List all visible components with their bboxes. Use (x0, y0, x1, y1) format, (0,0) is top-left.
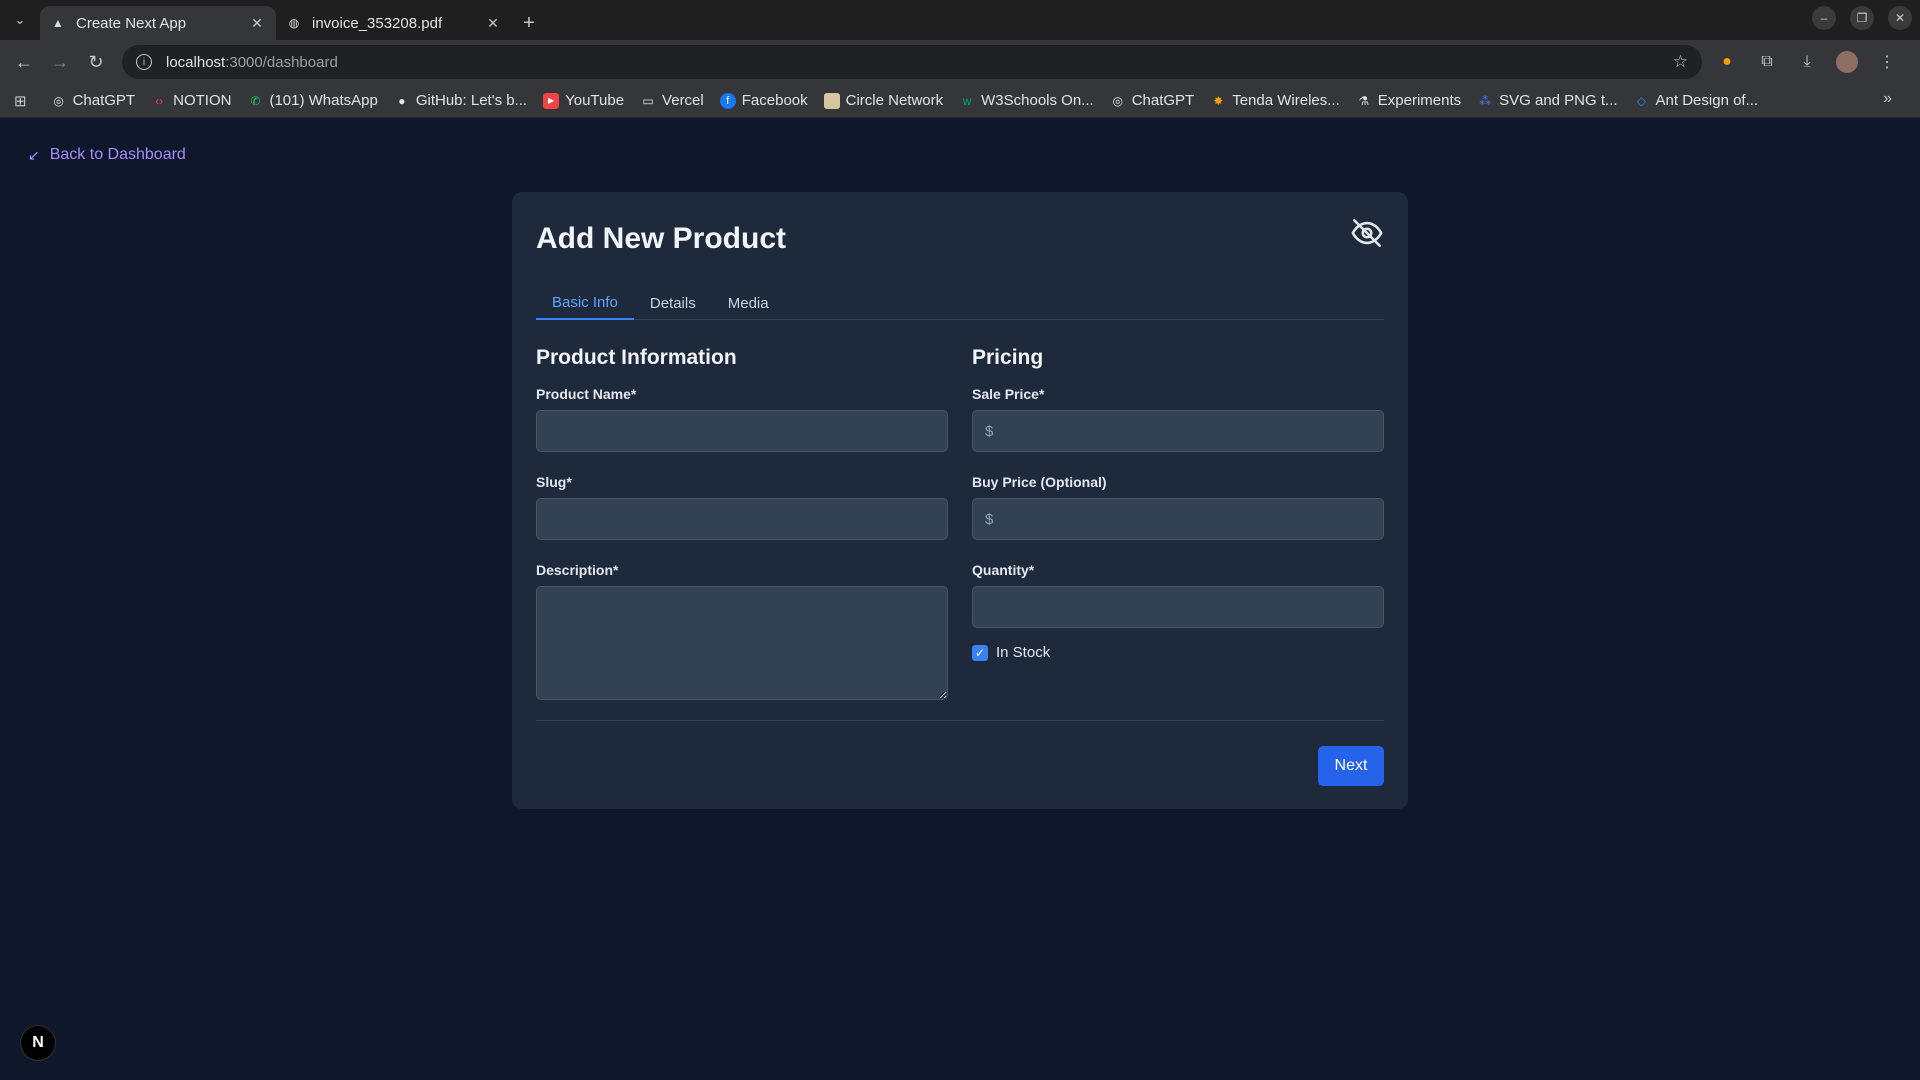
sale-price-input[interactable] (972, 410, 1384, 452)
arrow-down-left-icon: ↙ (28, 146, 40, 163)
download-icon[interactable]: ⤓ (1792, 47, 1822, 77)
circle-network-icon (823, 92, 840, 109)
address-bar[interactable]: i localhost:3000/dashboard ☆ (122, 45, 1702, 79)
browser-tabbar: ⌄ ▲ Create Next App ✕ ◍ invoice_353208.p… (0, 0, 1920, 40)
section-title-pricing: Pricing (972, 346, 1044, 369)
slug-label: Slug* (536, 474, 572, 490)
slug-input[interactable] (536, 498, 948, 540)
bookmark-item[interactable]: ▶ YouTube (543, 92, 624, 109)
description-textarea[interactable] (536, 586, 948, 700)
quantity-input[interactable] (972, 586, 1384, 628)
tenda-icon: ✸ (1213, 93, 1224, 108)
bookmark-item[interactable]: w W3Schools On... (959, 92, 1094, 109)
tab-media[interactable]: Media (712, 286, 785, 320)
forward-arrow-icon[interactable]: → (42, 44, 78, 80)
in-stock-checkbox[interactable]: ✓ (972, 644, 988, 661)
form-divider (536, 720, 1384, 721)
browser-tab[interactable]: ◍ invoice_353208.pdf ✕ (276, 6, 512, 40)
bookmark-item[interactable]: ✆ (101) WhatsApp (247, 92, 377, 109)
extensions-puzzle-icon[interactable]: ⧉ (1752, 47, 1782, 77)
tab-basic-info[interactable]: Basic Info (536, 286, 634, 320)
product-tabs: Basic Info Details Media (536, 286, 1384, 320)
pricing-section: Pricing Sale Price* Buy Price (Optional)… (972, 346, 1384, 661)
folder-icon: ▭ (642, 93, 654, 108)
bookmark-item[interactable]: ▭ Vercel (640, 92, 703, 109)
site-info-icon[interactable]: i (136, 54, 152, 70)
add-product-card: Add New Product Basic Info Details Media… (512, 192, 1408, 809)
tab-details[interactable]: Details (634, 286, 712, 320)
url-path: :3000/dashboard (225, 53, 338, 71)
profile-avatar[interactable] (1832, 47, 1862, 77)
tab-search-icon[interactable]: ⌄ (0, 0, 40, 40)
back-to-dashboard-link[interactable]: ↙ Back to Dashboard (28, 146, 186, 164)
buy-price-input[interactable] (972, 498, 1384, 540)
whatsapp-icon: ✆ (250, 93, 261, 108)
flask-icon: ⚗ (1358, 93, 1370, 108)
bookmarks-bar: ⊞ ◎ ChatGPT ‹› NOTION ✆ (101) WhatsApp ● Git… (0, 84, 1920, 118)
bookmark-item[interactable]: f Facebook (719, 92, 808, 109)
close-tab-icon[interactable]: ✕ (484, 14, 502, 32)
close-window-icon[interactable]: ✕ (1888, 6, 1912, 30)
bookmarks-overflow-icon[interactable]: » (1883, 90, 1892, 108)
code-icon: ‹› (155, 93, 164, 108)
bookmark-item[interactable]: ‹› NOTION (151, 92, 231, 109)
page-title: Add New Product (536, 222, 787, 255)
in-stock-label: In Stock (996, 644, 1051, 661)
bookmark-item[interactable]: Circle Network (823, 92, 943, 109)
product-name-label: Product Name* (536, 386, 637, 402)
nextjs-dev-badge[interactable]: N (20, 1025, 56, 1061)
in-stock-row: ✓ In Stock (972, 644, 1384, 661)
bookmark-item[interactable]: ✸ Tenda Wireles... (1210, 92, 1340, 109)
browser-tab-active[interactable]: ▲ Create Next App ✕ (40, 6, 276, 40)
url-host: localhost (166, 53, 226, 71)
minimize-icon[interactable]: – (1812, 6, 1836, 30)
menu-kebab-icon[interactable]: ⋮ (1872, 47, 1902, 77)
bookmark-item[interactable]: ⁂ SVG and PNG t... (1477, 92, 1617, 109)
restore-icon[interactable]: ❐ (1850, 6, 1874, 30)
youtube-icon: ▶ (543, 92, 560, 109)
product-information-section: Product Information Product Name* Slug* … (536, 346, 948, 727)
ant-design-icon: ◇ (1636, 93, 1647, 108)
svg-png-icon: ⁂ (1479, 93, 1492, 108)
chatgpt-icon: ◎ (1112, 93, 1123, 108)
bookmark-item[interactable]: ⚗ Experiments (1356, 92, 1461, 109)
globe-icon: ◍ (288, 16, 300, 30)
apps-grid-icon[interactable]: ⊞ (14, 92, 27, 110)
buy-price-label: Buy Price (Optional) (972, 474, 1107, 490)
description-label: Description* (536, 562, 619, 578)
chatgpt-icon: ◎ (53, 93, 64, 108)
bookmark-item[interactable]: ◇ Ant Design of... (1634, 92, 1758, 109)
back-arrow-icon[interactable]: ← (6, 44, 42, 80)
reload-icon[interactable]: ↻ (78, 44, 114, 80)
new-tab-button[interactable]: + (512, 6, 546, 40)
back-link-label: Back to Dashboard (49, 146, 186, 163)
bookmark-item[interactable]: ● GitHub: Let's b... (394, 92, 527, 109)
extension-fox-icon[interactable]: ● (1712, 47, 1742, 77)
product-name-input[interactable] (536, 410, 948, 452)
triangle-icon: ▲ (52, 16, 64, 30)
w3schools-icon: w (962, 93, 972, 108)
sale-price-label: Sale Price* (972, 386, 1045, 402)
bookmark-item[interactable]: ◎ ChatGPT (51, 92, 135, 109)
section-title-product-info: Product Information (536, 346, 737, 369)
tab-title: Create Next App (76, 14, 187, 32)
browser-toolbar: ← → ↻ i localhost:3000/dashboard ☆ ● ⧉ ⤓… (0, 40, 1920, 84)
close-tab-icon[interactable]: ✕ (248, 14, 266, 32)
bookmark-item[interactable]: ◎ ChatGPT (1110, 92, 1194, 109)
quantity-label: Quantity* (972, 562, 1035, 578)
next-button[interactable]: Next (1318, 746, 1384, 786)
tab-title: invoice_353208.pdf (312, 14, 443, 32)
github-icon: ● (398, 93, 406, 108)
facebook-icon: f (719, 92, 736, 109)
eye-off-icon[interactable] (1350, 216, 1384, 250)
bookmark-star-icon[interactable]: ☆ (1673, 52, 1688, 72)
